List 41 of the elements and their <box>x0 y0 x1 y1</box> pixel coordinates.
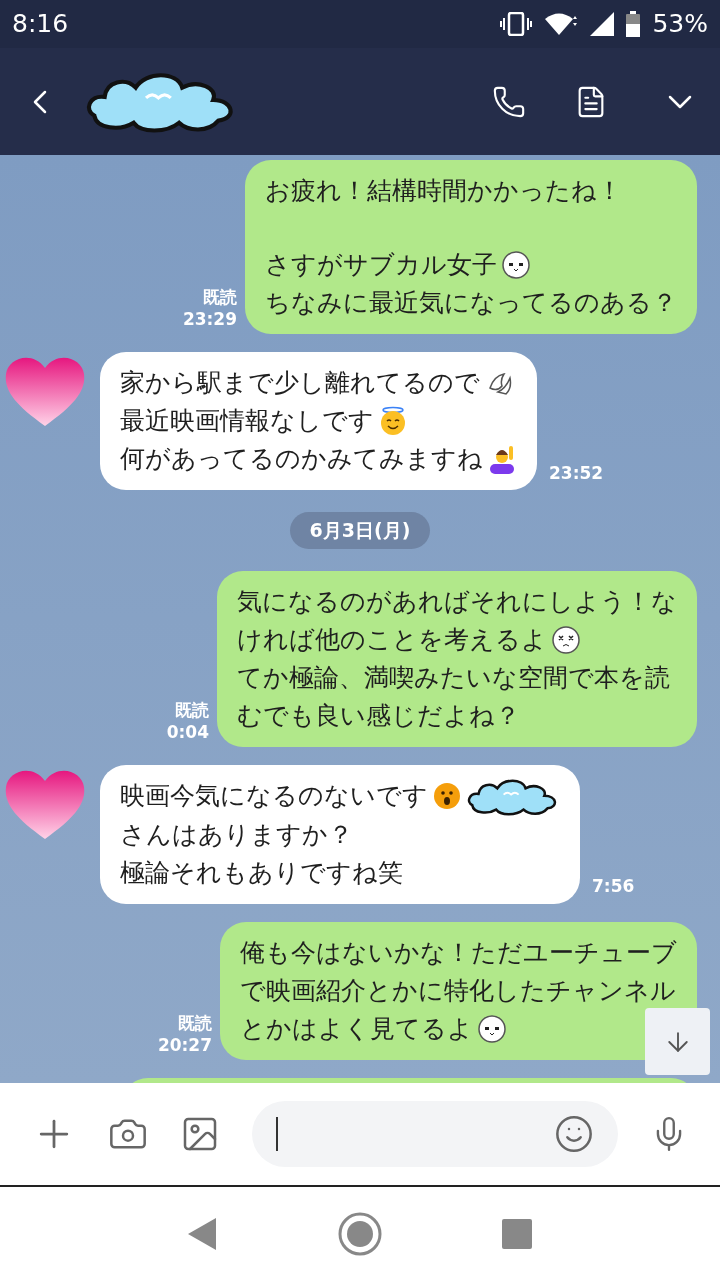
recent-apps-icon[interactable] <box>502 1218 532 1249</box>
read-receipt: 既読 <box>203 286 237 308</box>
message-time: 23:52 <box>549 461 604 485</box>
message-time: 7:56 <box>592 875 635 899</box>
read-receipt: 既読 <box>175 698 209 721</box>
person-raising-hand-icon <box>487 444 517 474</box>
message-text: 極論それもありですね笑 <box>120 856 403 889</box>
message-time: 20:27 <box>157 1033 212 1056</box>
blank-face-emoji-icon <box>477 1013 507 1044</box>
vibrate-icon <box>500 12 533 36</box>
emoji-icon[interactable] <box>554 1114 594 1154</box>
message-text: さすがサブカル女子 <box>265 249 497 281</box>
message-time: 23:29 <box>182 308 237 330</box>
message-text: 俺も今はないかな！ただユーチューブ <box>240 936 677 969</box>
message-text: 家から駅まで少し離れてるので <box>120 367 480 399</box>
message-text: むでも良い感じだよね？ <box>237 699 520 732</box>
surprised-face-emoji-icon <box>432 781 462 812</box>
message-time: 0:04 <box>166 720 209 743</box>
message-text: 映画今気になるのないです <box>120 780 428 813</box>
message-text: てか極論、満喫みたいな空間で本を読 <box>237 661 670 694</box>
smiling-face-with-halo-icon <box>378 406 408 436</box>
message-text: さんはありますか？ <box>120 818 353 851</box>
message-text: 何があってるのかみてみますね <box>120 443 483 475</box>
battery-icon <box>626 11 641 37</box>
message-text: お疲れ！結構時間かかったね！ <box>265 175 622 207</box>
message-text: 気になるのがあればそれにしよう！な <box>237 585 677 618</box>
call-button[interactable] <box>492 84 526 119</box>
blank-face-emoji-icon <box>501 250 531 280</box>
message-text: ちなみに最近気になってるのある？ <box>265 287 677 319</box>
home-icon[interactable] <box>338 1211 382 1256</box>
back-icon[interactable] <box>188 1217 218 1250</box>
read-receipt: 既読 <box>178 1011 212 1034</box>
clock-time: 8:16 <box>12 8 69 41</box>
wifi-icon <box>544 12 579 36</box>
message-text: で映画紹介とかに特化したチャンネル <box>240 974 676 1007</box>
message-text: とかはよく見てるよ <box>240 1012 473 1045</box>
message-text: ければ他のことを考えるよ <box>237 623 547 656</box>
signal-icon <box>590 12 615 36</box>
dizzy-face-emoji-icon <box>551 624 581 655</box>
message-text: 最近映画情報なしです <box>120 405 374 437</box>
battery-percentage: 53% <box>652 8 708 41</box>
